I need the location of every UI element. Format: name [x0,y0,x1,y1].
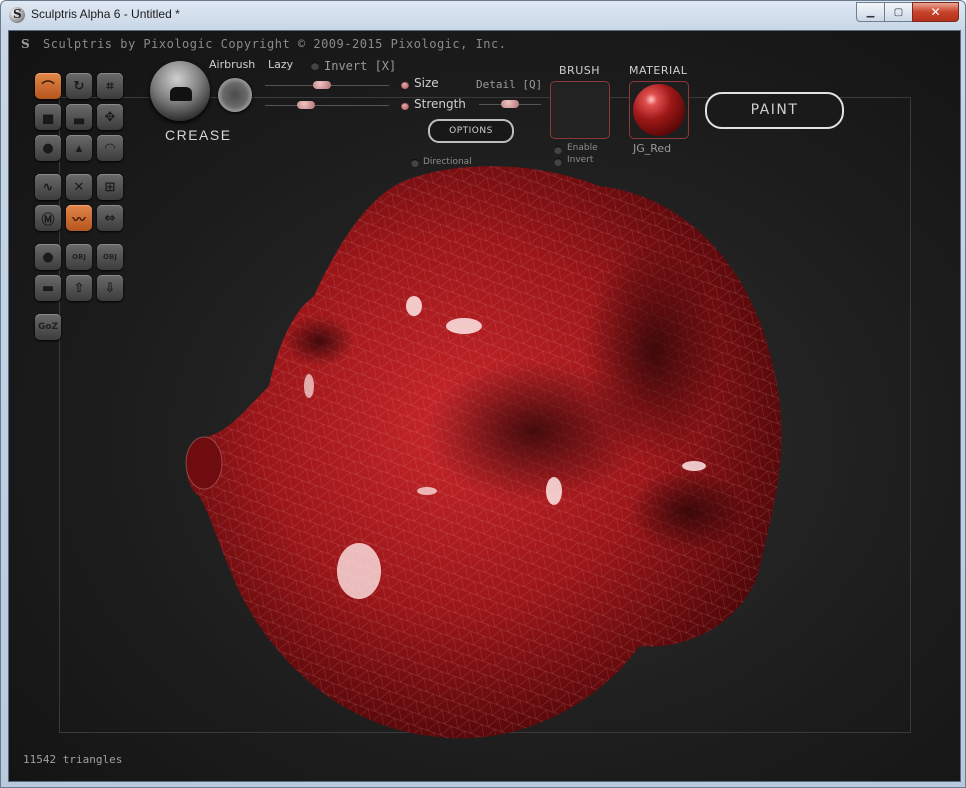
size-label: Size [414,76,439,90]
crease-icon: ⌒ [41,80,55,96]
rotate-tool-button[interactable]: ↻ [66,73,92,99]
enable-radio[interactable] [554,146,562,154]
draw-icon: ▅ [43,109,53,125]
draw-tool-button[interactable]: ▅ [35,104,61,130]
directional-label: Directional [423,157,472,167]
maximize-button[interactable]: ▢ [884,2,913,22]
window-title: Sculptris Alpha 6 - Untitled * [31,7,180,21]
current-tool-name: CREASE [165,127,232,143]
brush-invert-radio[interactable] [554,158,562,166]
strength-slider-knob[interactable] [296,101,315,109]
material-ball-icon [633,84,685,136]
directional-radio[interactable] [411,159,419,167]
rotate-icon: ↻ [73,78,85,94]
mask-icon: Ⓜ [41,212,55,228]
lazy-label: Lazy [268,58,294,71]
copyright-text: Sculptris by Pixologic Copyright © 2009-… [43,37,507,51]
wireframe-button[interactable]: ✕ [66,174,92,200]
grab-tool-button[interactable]: ✥ [97,104,123,130]
wireframe-icon: ✕ [73,179,85,195]
strength-slider-track[interactable] [265,105,389,106]
sculpt-viewport[interactable] [169,151,829,751]
strength-label: Strength [414,97,466,111]
minimize-icon: ▁ [866,6,875,18]
flatten-icon: ▃ [74,109,84,125]
symmetry-icon: ∿ [42,179,54,195]
triangle-count: 11542 triangles [23,753,123,766]
new-plane-button[interactable]: ▬ [35,275,61,301]
goz-button[interactable]: GoZ [35,314,61,340]
maximize-icon: ▢ [893,6,904,18]
double-arrow-icon: ⇔ [104,210,116,226]
inflate-tool-button[interactable]: ● [35,135,61,161]
window-controls: ▁ ▢ ✕ [856,2,959,22]
airbrush-toggle[interactable] [218,78,252,112]
symmetry-button[interactable]: ∿ [35,174,61,200]
material-name: JG_Red [633,142,672,155]
reduce-button[interactable]: ⇔ [97,205,123,231]
size-radio[interactable] [401,81,409,89]
paint-button[interactable]: PAINT [705,92,844,129]
pinch-icon: ▴ [75,140,83,156]
smooth-tool-button[interactable]: ◠ [97,135,123,161]
move-icon: ✥ [104,109,116,125]
options-button[interactable]: OPTIONS [428,119,514,143]
size-slider-knob[interactable] [312,81,331,89]
mirror-icon: 〰 [72,212,86,228]
sculptris-app-icon [9,7,25,23]
grid-button[interactable]: ⊞ [97,174,123,200]
export-obj-button[interactable]: OBJ [97,244,123,270]
goz-label: GoZ [37,322,59,332]
grid-icon: ⊞ [104,179,116,195]
mirror-button[interactable]: 〰 [66,205,92,231]
save-icon: ⇩ [104,280,116,296]
sculpt-mesh [185,166,782,739]
enable-label: Enable [567,143,598,153]
material-header: MATERIAL [629,64,688,77]
detail-label: Detail [Q] [476,78,543,91]
sphere-icon: ● [42,249,54,265]
plane-icon: ▬ [41,280,55,296]
brush-texture-slot[interactable] [550,81,610,139]
title-bar[interactable]: Sculptris Alpha 6 - Untitled * ▁ ▢ ✕ [1,1,965,29]
brush-header: BRUSH [559,64,600,77]
import-obj-label: OBJ [72,253,86,261]
mask-button[interactable]: Ⓜ [35,205,61,231]
import-obj-button[interactable]: OBJ [66,244,92,270]
crease-tool-button[interactable]: ⌒ [35,73,61,99]
sculptris-client-area: S Sculptris by Pixologic Copyright © 2009… [8,30,961,782]
export-obj-label: OBJ [103,253,117,261]
brush-preview-icon[interactable] [150,61,210,121]
detail-slider-knob[interactable] [501,100,519,108]
flatten-tool-button[interactable]: ▃ [66,104,92,130]
material-slot[interactable] [629,81,689,139]
minimize-button[interactable]: ▁ [856,2,885,22]
invert-radio[interactable] [311,62,319,70]
scale-icon: ⌗ [106,78,114,94]
copyright-bar: S Sculptris by Pixologic Copyright © 2009… [21,37,506,51]
close-button[interactable]: ✕ [912,2,959,22]
close-icon: ✕ [930,5,941,19]
airbrush-label: Airbrush [209,58,256,71]
open-icon: ⇧ [73,280,85,296]
pixologic-logo-icon: S [21,37,31,51]
scale-tool-button[interactable]: ⌗ [97,73,123,99]
smooth-icon: ◠ [105,140,115,156]
save-file-button[interactable]: ⇩ [97,275,123,301]
open-file-button[interactable]: ⇧ [66,275,92,301]
inflate-icon: ● [42,140,54,156]
invert-label[interactable]: Invert [X] [324,59,396,73]
brush-invert-label: Invert [567,155,594,165]
pinch-tool-button[interactable]: ▴ [66,135,92,161]
new-sphere-button[interactable]: ● [35,244,61,270]
strength-radio[interactable] [401,102,409,110]
app-window: Sculptris Alpha 6 - Untitled * ▁ ▢ ✕ S Sc… [0,0,966,788]
